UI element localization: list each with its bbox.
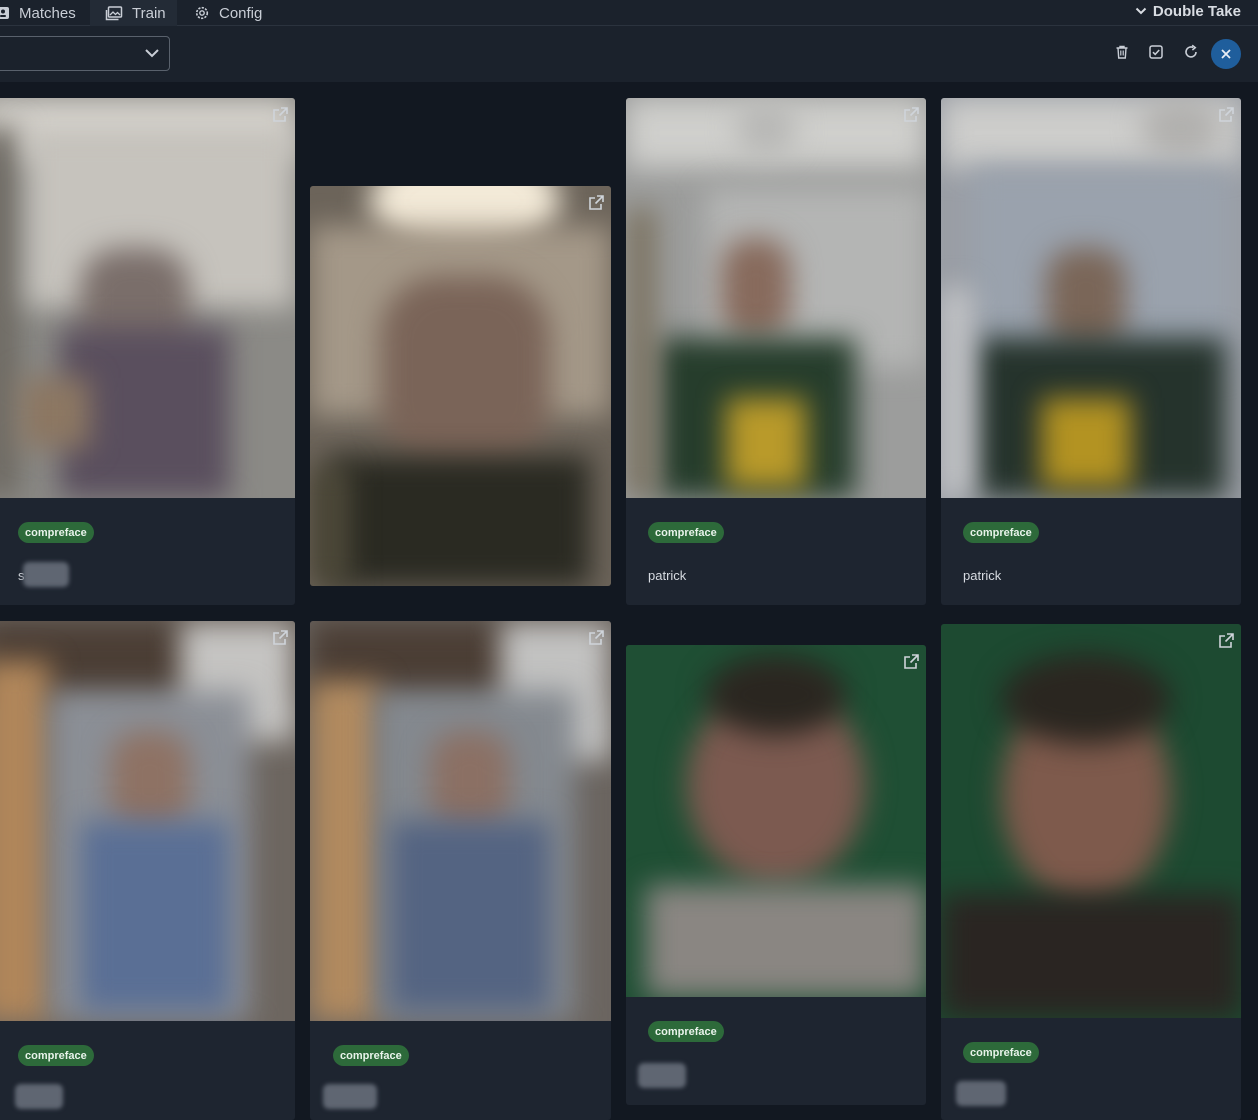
match-card[interactable]: compreface: [941, 624, 1241, 1120]
refresh-button[interactable]: [1180, 40, 1202, 64]
detector-badge: compreface: [333, 1045, 409, 1066]
detector-badge: compreface: [18, 522, 94, 543]
detector-badge: compreface: [963, 522, 1039, 543]
match-photo[interactable]: [941, 98, 1241, 498]
detector-label: compreface: [970, 526, 1032, 539]
toolbar: [0, 26, 1258, 82]
open-external-icon[interactable]: [1217, 106, 1235, 124]
redacted-name: [323, 1084, 377, 1109]
redacted-name: [956, 1081, 1006, 1106]
close-icon: [1221, 49, 1231, 59]
match-card[interactable]: compreface: [0, 621, 295, 1120]
detector-label: compreface: [340, 1049, 402, 1062]
top-nav: Matches Train Config Double Take: [0, 0, 1258, 26]
name-text: patrick: [648, 568, 687, 583]
open-external-icon[interactable]: [271, 106, 289, 124]
tab-train[interactable]: Train: [90, 0, 177, 26]
gear-icon: [195, 6, 209, 20]
redacted-name: [23, 562, 69, 587]
detector-badge: compreface: [18, 1045, 94, 1066]
open-external-icon[interactable]: [587, 194, 605, 212]
match-card[interactable]: compreface: [310, 621, 611, 1120]
select-all-button[interactable]: [1145, 40, 1167, 64]
open-external-icon[interactable]: [587, 629, 605, 647]
refresh-icon: [1185, 44, 1197, 58]
tab-label: Matches: [19, 4, 76, 22]
detector-label: compreface: [655, 1025, 717, 1038]
tab-label: Config: [219, 4, 263, 22]
match-photo[interactable]: [941, 624, 1241, 1018]
chevron-down-icon: [1135, 7, 1147, 15]
match-photo[interactable]: [0, 621, 295, 1021]
chevron-down-icon: [145, 49, 159, 58]
match-card[interactable]: compreface: [626, 645, 926, 1105]
match-card[interactable]: compreface patrick: [626, 98, 926, 605]
tab-label: Train: [132, 4, 166, 22]
open-external-icon[interactable]: [902, 106, 920, 124]
match-name: patrick: [963, 568, 1001, 583]
match-photo[interactable]: [310, 186, 611, 586]
detector-badge: compreface: [648, 522, 724, 543]
name-text: patrick: [963, 568, 1002, 583]
close-button[interactable]: [1211, 39, 1241, 69]
redacted-name: [15, 1084, 63, 1109]
match-card[interactable]: [310, 186, 611, 586]
open-external-icon[interactable]: [902, 653, 920, 671]
images-icon: [105, 5, 123, 20]
detector-label: compreface: [25, 526, 87, 539]
open-external-icon[interactable]: [1217, 632, 1235, 650]
tab-config[interactable]: Config: [194, 0, 274, 26]
detector-label: compreface: [25, 1049, 87, 1062]
id-card-icon: [0, 7, 9, 19]
brand-menu[interactable]: Double Take: [1135, 0, 1241, 22]
match-card[interactable]: compreface s: [0, 98, 295, 605]
trash-icon: [1116, 45, 1128, 59]
detector-label: compreface: [970, 1046, 1032, 1059]
match-name: patrick: [648, 568, 686, 583]
match-photo[interactable]: [626, 645, 926, 997]
redacted-name: [638, 1063, 686, 1088]
detector-badge: compreface: [963, 1042, 1039, 1063]
open-external-icon[interactable]: [271, 629, 289, 647]
detector-label: compreface: [655, 526, 717, 539]
match-photo[interactable]: [626, 98, 926, 498]
filter-select[interactable]: [0, 36, 170, 71]
match-photo[interactable]: [0, 98, 295, 498]
brand-title: Double Take: [1152, 2, 1241, 20]
match-card[interactable]: compreface patrick: [941, 98, 1241, 605]
match-photo[interactable]: [310, 621, 611, 1021]
tab-matches[interactable]: Matches: [0, 0, 90, 26]
detector-badge: compreface: [648, 1021, 724, 1042]
check-square-icon: [1149, 45, 1163, 59]
delete-button[interactable]: [1111, 40, 1133, 64]
